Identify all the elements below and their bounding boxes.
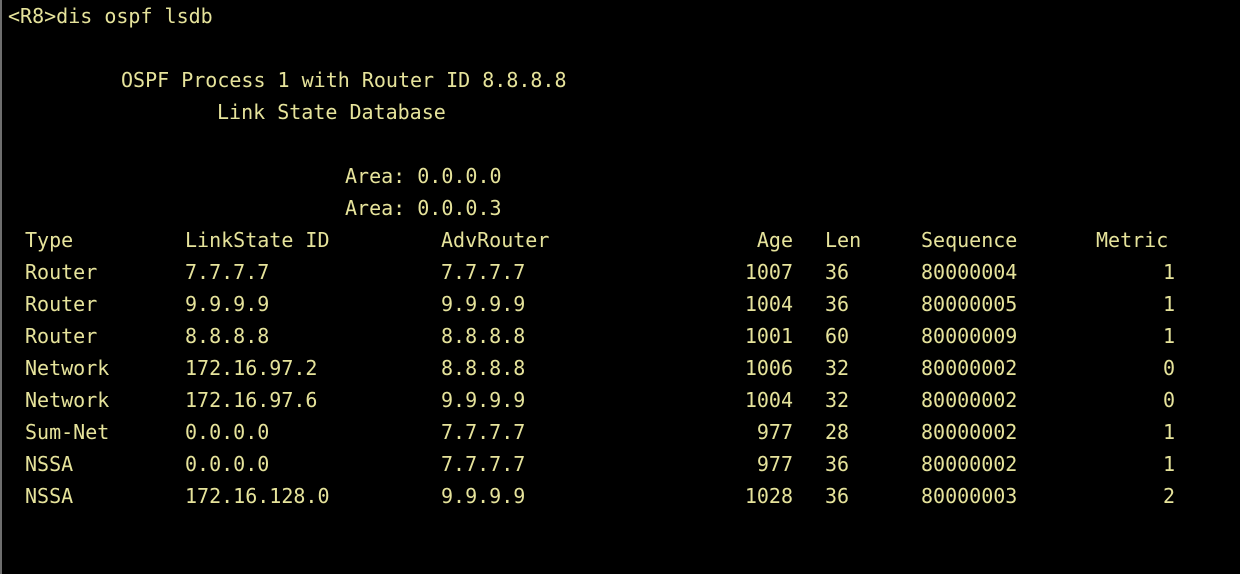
cell-age: 1006: [744, 356, 793, 380]
command-prompt-line: <R8>dis ospf lsdb: [8, 4, 213, 28]
area-line: Area: 0.0.0.3: [345, 196, 502, 220]
cell-len: 32: [825, 356, 850, 380]
area-line: Area: 0.0.0.0: [345, 164, 502, 188]
cell-type: Network: [25, 356, 110, 380]
ospf-process-line: OSPF Process 1 with Router ID 8.8.8.8: [121, 68, 567, 92]
cell-type: Network: [25, 388, 110, 412]
header-age: Age: [756, 228, 793, 252]
header-type: Type: [25, 228, 74, 252]
cell-advrouter: 7.7.7.7: [441, 260, 526, 284]
cell-type: Router: [25, 260, 98, 284]
cell-linkstate-id: 8.8.8.8: [185, 324, 270, 348]
table-row: Router 8.8.8.8 8.8.8.8 1001 60 80000009 1: [0, 320, 1240, 352]
table-row: NSSA 172.16.128.0 9.9.9.9 1028 36 80000003 2: [0, 480, 1240, 512]
cell-age: 977: [756, 452, 793, 476]
cell-type: NSSA: [25, 452, 74, 476]
cell-len: 28: [825, 420, 850, 444]
cell-metric: 0: [1162, 356, 1175, 380]
cell-len: 60: [825, 324, 850, 348]
cell-linkstate-id: 0.0.0.0: [185, 420, 270, 444]
cell-sequence: 80000002: [921, 420, 1018, 444]
table-row: Router 9.9.9.9 9.9.9.9 1004 36 80000005 1: [0, 288, 1240, 320]
header-len: Len: [825, 228, 862, 252]
cell-linkstate-id: 172.16.97.6: [185, 388, 318, 412]
cell-len: 36: [825, 292, 850, 316]
cell-age: 1004: [744, 388, 793, 412]
cell-linkstate-id: 7.7.7.7: [185, 260, 270, 284]
cell-age: 1028: [744, 484, 793, 508]
cell-advrouter: 9.9.9.9: [441, 292, 526, 316]
lsdb-table-header: Type LinkState ID AdvRouter Age Len Sequ…: [0, 224, 1240, 256]
cell-linkstate-id: 0.0.0.0: [185, 452, 270, 476]
header-linkstate-id: LinkState ID: [185, 228, 330, 252]
cell-metric: 1: [1162, 292, 1175, 316]
cell-len: 36: [825, 484, 850, 508]
cell-sequence: 80000004: [921, 260, 1018, 284]
cell-linkstate-id: 172.16.97.2: [185, 356, 318, 380]
cell-sequence: 80000009: [921, 324, 1018, 348]
cell-age: 1007: [744, 260, 793, 284]
cell-metric: 1: [1162, 420, 1175, 444]
cell-metric: 1: [1162, 260, 1175, 284]
cell-type: Sum-Net: [25, 420, 110, 444]
cell-age: 1001: [744, 324, 793, 348]
cell-len: 36: [825, 452, 850, 476]
cell-type: Router: [25, 292, 98, 316]
cell-age: 1004: [744, 292, 793, 316]
table-row: Router 7.7.7.7 7.7.7.7 1007 36 80000004 1: [0, 256, 1240, 288]
table-row: Sum-Net 0.0.0.0 7.7.7.7 977 28 80000002 1: [0, 416, 1240, 448]
header-sequence: Sequence: [921, 228, 1018, 252]
cell-metric: 0: [1162, 388, 1175, 412]
cell-age: 977: [756, 420, 793, 444]
cell-metric: 2: [1162, 484, 1175, 508]
terminal-window[interactable]: <R8>dis ospf lsdb OSPF Process 1 with Ro…: [0, 0, 1240, 574]
lsdb-title: Link State Database: [217, 100, 446, 124]
cell-metric: 1: [1162, 452, 1175, 476]
table-row: NSSA 0.0.0.0 7.7.7.7 977 36 80000002 1: [0, 448, 1240, 480]
table-row: Network 172.16.97.2 8.8.8.8 1006 32 80000002 0: [0, 352, 1240, 384]
cell-advrouter: 7.7.7.7: [441, 420, 526, 444]
cell-sequence: 80000002: [921, 388, 1018, 412]
table-row: Network 172.16.97.6 9.9.9.9 1004 32 80000002 0: [0, 384, 1240, 416]
cell-advrouter: 8.8.8.8: [441, 356, 526, 380]
cell-advrouter: 8.8.8.8: [441, 324, 526, 348]
cell-linkstate-id: 9.9.9.9: [185, 292, 270, 316]
cell-advrouter: 9.9.9.9: [441, 388, 526, 412]
cell-advrouter: 7.7.7.7: [441, 452, 526, 476]
cell-len: 32: [825, 388, 850, 412]
cell-sequence: 80000003: [921, 484, 1018, 508]
cell-type: NSSA: [25, 484, 74, 508]
cell-len: 36: [825, 260, 850, 284]
header-advrouter: AdvRouter: [441, 228, 550, 252]
cell-sequence: 80000005: [921, 292, 1018, 316]
cell-sequence: 80000002: [921, 356, 1018, 380]
header-metric: Metric: [1096, 228, 1169, 252]
cell-sequence: 80000002: [921, 452, 1018, 476]
cell-metric: 1: [1162, 324, 1175, 348]
cell-advrouter: 9.9.9.9: [441, 484, 526, 508]
cell-type: Router: [25, 324, 98, 348]
cell-linkstate-id: 172.16.128.0: [185, 484, 330, 508]
